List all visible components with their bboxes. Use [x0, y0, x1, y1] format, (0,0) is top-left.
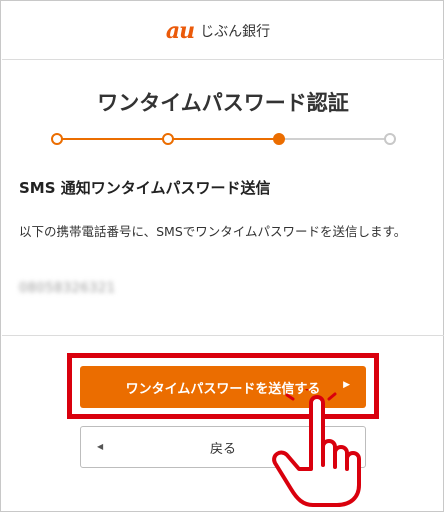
- send-description: 以下の携帯電話番号に、SMSでワンタイムパスワードを送信します。: [19, 224, 407, 239]
- pointing-hand-icon: [272, 389, 361, 507]
- step-2: [162, 133, 174, 145]
- step-connector-2: [168, 138, 279, 140]
- triangle-left-icon: ◀: [97, 442, 104, 451]
- step-1: [51, 133, 63, 145]
- back-label: 戻る: [209, 441, 236, 457]
- section-title: SMS 通知ワンタイムパスワード送信: [19, 179, 271, 197]
- step-connector-1: [57, 138, 168, 140]
- logo-mark: au: [165, 17, 195, 44]
- step-3-current: [273, 133, 285, 145]
- header: au じぶん銀行: [2, 2, 444, 60]
- phone-number: 08058326321: [19, 281, 116, 296]
- page-title: ワンタイムパスワード認証: [97, 91, 349, 115]
- bank-logo[interactable]: au じぶん銀行: [166, 20, 270, 42]
- logo-text: じぶん銀行: [200, 23, 271, 40]
- step-4: [384, 133, 396, 145]
- app-frame: au じぶん銀行 ワンタイムパスワード認証 SMS 通知ワンタイムパスワード送信…: [0, 0, 444, 512]
- divider: [2, 335, 444, 336]
- step-connector-3: [279, 138, 390, 140]
